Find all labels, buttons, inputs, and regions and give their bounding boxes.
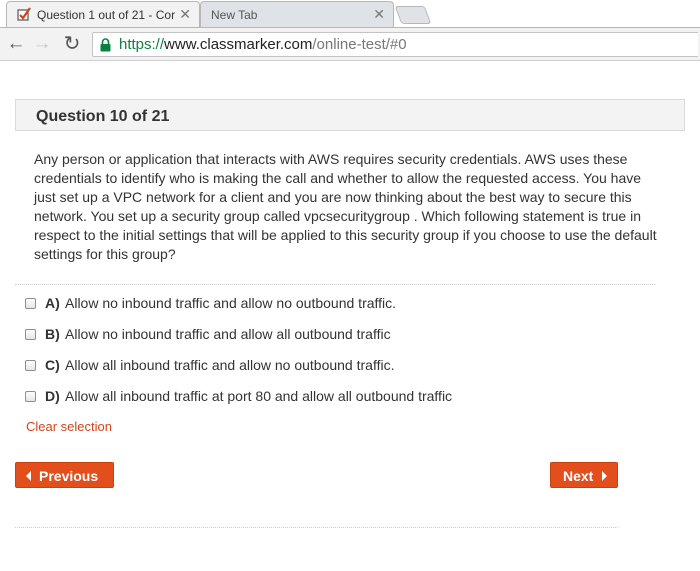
triangle-left-icon (26, 471, 31, 481)
url-path: /online-test/#0 (312, 36, 407, 53)
next-label: Next (563, 468, 594, 484)
answer-checkbox[interactable] (25, 391, 36, 402)
answer-checkbox[interactable] (25, 329, 36, 340)
option-letter: D) (45, 388, 60, 404)
divider (15, 527, 618, 528)
browser-toolbar: ← → ↻ https://www.classmarker.com/online… (0, 27, 700, 61)
previous-label: Previous (39, 468, 99, 484)
url-scheme: https:// (119, 36, 165, 53)
answer-checkbox[interactable] (25, 298, 36, 309)
new-tab-button[interactable] (394, 6, 432, 24)
option-letter: C) (45, 357, 60, 373)
question-header: Question 10 of 21 (15, 99, 685, 131)
tab-title: New Tab (211, 8, 258, 22)
back-arrow-icon[interactable]: ← (6, 33, 26, 55)
reload-icon[interactable]: ↻ (62, 33, 82, 55)
previous-button[interactable]: Previous (15, 462, 114, 488)
tab-strip: Question 1 out of 21 - Cor ✕ New Tab ✕ (0, 0, 700, 28)
option-text[interactable]: Allow no inbound traffic and allow no ou… (65, 295, 396, 311)
address-bar[interactable]: https://www.classmarker.com/online-test/… (92, 32, 698, 57)
forward-arrow-icon[interactable]: → (32, 33, 52, 55)
option-text[interactable]: Allow no inbound traffic and allow all o… (65, 326, 391, 342)
option-letter: A) (45, 295, 60, 311)
tab-new[interactable]: New Tab ✕ (200, 1, 394, 27)
url-host: www.classmarker.com (164, 36, 313, 53)
close-tab-icon[interactable]: ✕ (179, 6, 191, 23)
question-number: Question 10 of 21 (36, 108, 170, 125)
address-url: https://www.classmarker.com/online-test/… (119, 36, 407, 53)
tab-title: Question 1 out of 21 - Cor (37, 8, 176, 22)
option-text[interactable]: Allow all inbound traffic and allow no o… (65, 357, 394, 373)
lock-icon (100, 38, 111, 52)
tab-question[interactable]: Question 1 out of 21 - Cor ✕ (6, 1, 200, 27)
next-button[interactable]: Next (550, 462, 618, 488)
option-letter: B) (45, 326, 60, 342)
option-text[interactable]: Allow all inbound traffic at port 80 and… (65, 388, 452, 404)
divider (15, 284, 655, 285)
close-tab-icon[interactable]: ✕ (373, 6, 385, 23)
checkbox-checkmark-icon (17, 7, 31, 21)
question-text: Any person or application that interacts… (34, 151, 657, 262)
answer-checkbox[interactable] (25, 360, 36, 371)
triangle-right-icon (602, 471, 607, 481)
clear-selection-link[interactable]: Clear selection (26, 419, 112, 434)
